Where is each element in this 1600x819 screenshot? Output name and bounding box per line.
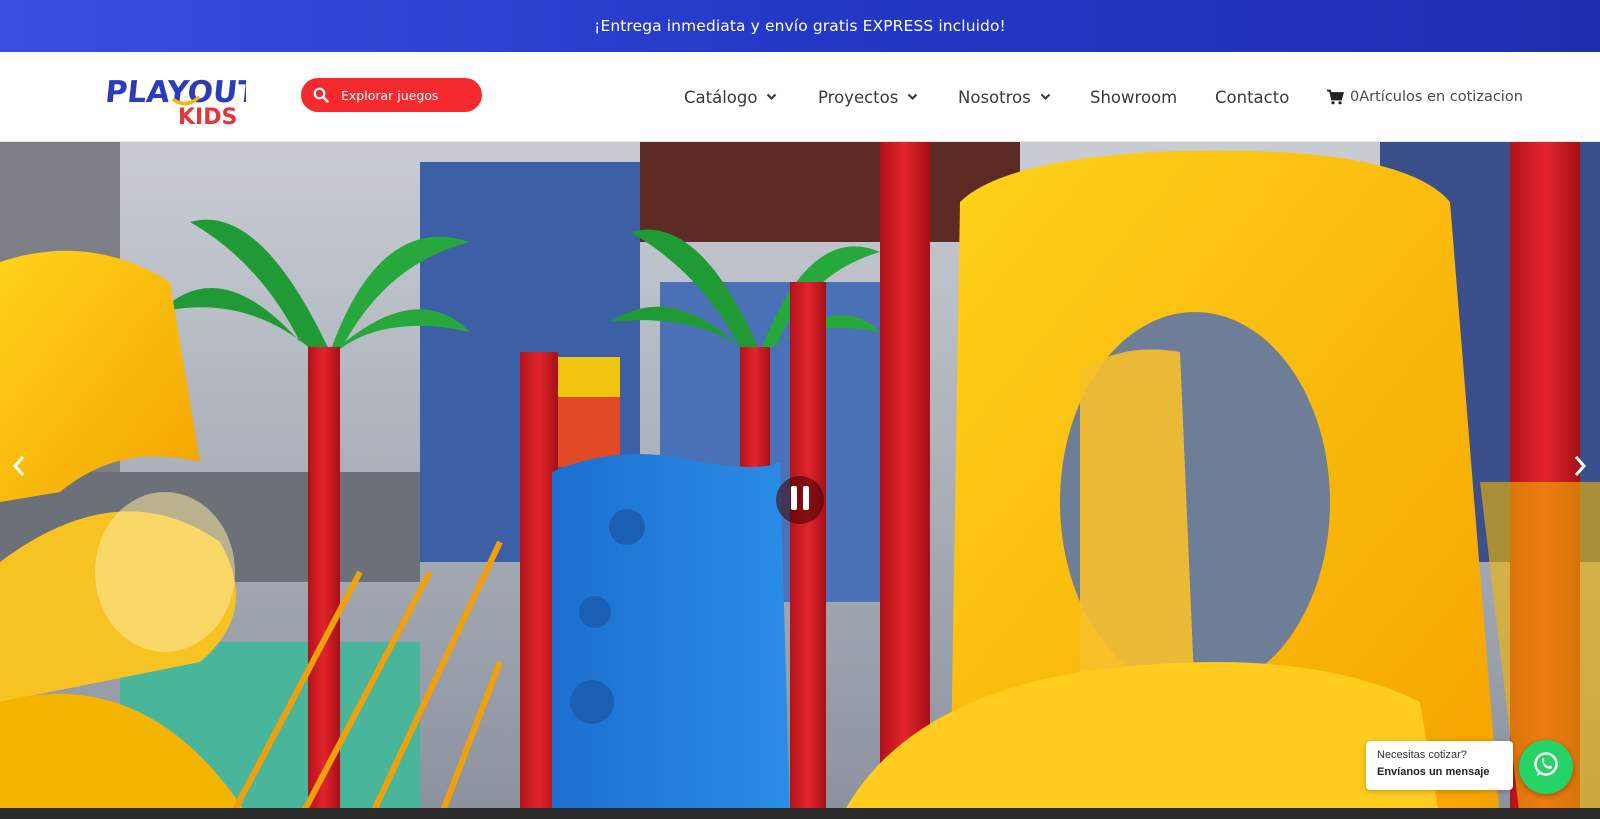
nav-item-label: Showroom	[1090, 87, 1178, 107]
cart-count: 0	[1350, 89, 1360, 105]
cart-label: Artículos en cotizacion	[1359, 89, 1523, 105]
whatsapp-button[interactable]	[1519, 740, 1573, 794]
nav-item-label: Nosotros	[958, 87, 1031, 107]
nav-item-label: Proyectos	[818, 87, 899, 107]
nav-item-label: Catálogo	[684, 87, 758, 107]
nav-item-showroom[interactable]: Showroom	[1090, 83, 1177, 111]
nav-item-proyectos[interactable]: Proyectos	[818, 83, 918, 111]
search-icon[interactable]	[301, 78, 341, 112]
slider-bottom-bar	[0, 808, 1600, 819]
slider-pause-button[interactable]	[776, 476, 824, 524]
chevron-down-icon	[766, 93, 777, 101]
slider-next-button[interactable]	[1567, 453, 1593, 483]
playout-kids-logo[interactable]: PLAYOUT KIDS	[106, 68, 246, 126]
pause-icon	[790, 485, 810, 515]
whatsapp-icon	[1531, 750, 1561, 784]
search-input[interactable]: Explorar juegos	[341, 88, 438, 103]
nav-item-nosotros[interactable]: Nosotros	[958, 83, 1051, 111]
whatsapp-bubble[interactable]: Necesitas cotizar? Envíanos un mensaje	[1366, 741, 1513, 790]
cart-icon	[1326, 89, 1344, 105]
chevron-right-icon	[1573, 455, 1587, 481]
whatsapp-question: Necesitas cotizar?	[1377, 749, 1467, 761]
whatsapp-action: Envíanos un mensaje	[1377, 766, 1490, 778]
chevron-left-icon	[12, 455, 26, 481]
slider-prev-button[interactable]	[6, 453, 32, 483]
announcement-bar: ¡Entrega inmediata y envío gratis EXPRES…	[0, 0, 1600, 52]
svg-text:KIDS: KIDS	[178, 105, 237, 126]
site-header: PLAYOUT KIDS Explorar juegos Catálogo Pr…	[0, 52, 1600, 142]
nav-item-label: Contacto	[1215, 87, 1290, 107]
search-bar[interactable]: Explorar juegos	[301, 78, 482, 112]
nav-item-contacto[interactable]: Contacto	[1215, 83, 1289, 111]
hero-slider	[0, 142, 1600, 819]
chevron-down-icon	[907, 93, 918, 101]
announcement-text: ¡Entrega inmediata y envío gratis EXPRES…	[594, 17, 1006, 35]
chevron-down-icon	[1040, 93, 1051, 101]
cart-link[interactable]: 0 Artículos en cotizacion	[1326, 83, 1523, 111]
nav-item-catalogo[interactable]: Catálogo	[684, 83, 777, 111]
